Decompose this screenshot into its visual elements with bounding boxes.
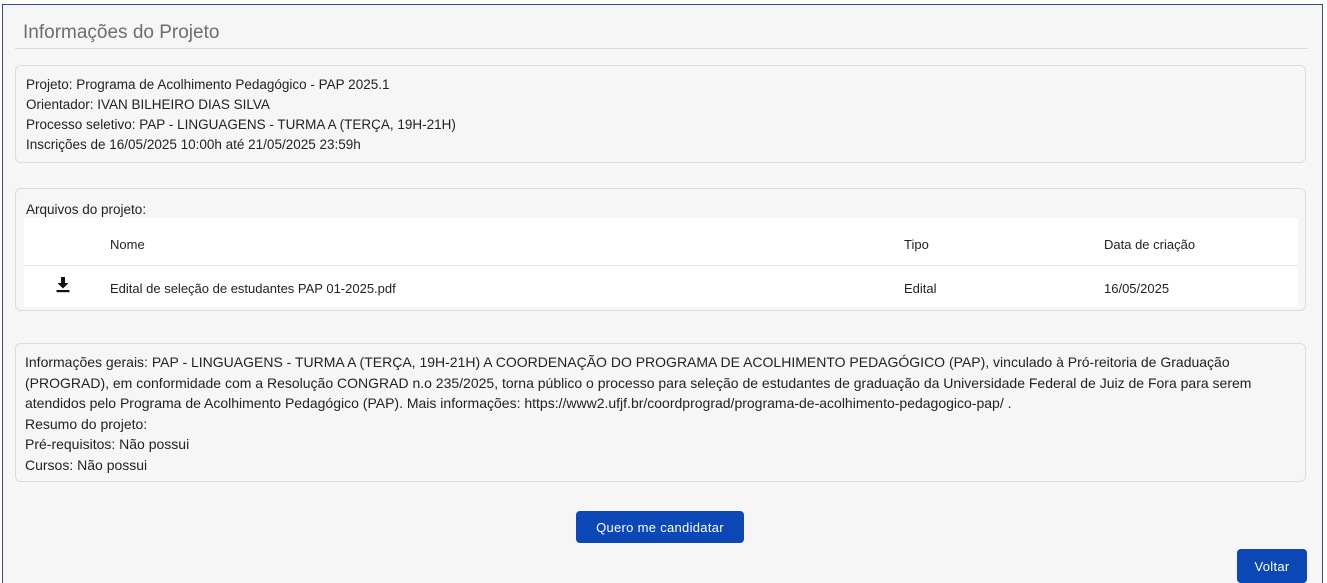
page-title: Informações do Projeto: [23, 22, 220, 43]
files-label: Arquivos do projeto:: [26, 202, 147, 217]
column-header-name: Nome: [110, 237, 145, 252]
table-divider: [24, 265, 1298, 266]
project-files-card: Arquivos do projeto: Nome Tipo Data de c…: [15, 188, 1306, 311]
column-header-type: Tipo: [904, 237, 929, 252]
file-type: Edital: [904, 281, 937, 296]
apply-button[interactable]: Quero me candidatar: [576, 511, 744, 543]
title-divider: [15, 48, 1308, 49]
prerequisites: Pré-requisitos: Não possui: [25, 436, 190, 452]
advisor-name: Orientador: IVAN BILHEIRO DIAS SILVA: [26, 97, 270, 112]
file-name: Edital de seleção de estudantes PAP 01-2…: [110, 281, 396, 296]
column-header-created: Data de criação: [1104, 237, 1196, 252]
back-button[interactable]: Voltar: [1237, 549, 1307, 583]
courses: Cursos: Não possui: [25, 456, 148, 473]
download-icon[interactable]: [54, 275, 72, 295]
file-created-date: 16/05/2025: [1104, 281, 1170, 296]
project-info-panel: Informações do Projeto Projeto: Programa…: [2, 4, 1323, 583]
project-summary-card: Projeto: Programa de Acolhimento Pedagóg…: [15, 65, 1306, 163]
project-name: Projeto: Programa de Acolhimento Pedagóg…: [26, 77, 390, 92]
project-summary-label: Resumo do projeto:: [25, 415, 148, 432]
selection-process: Processo seletivo: PAP - LINGUAGENS - TU…: [26, 117, 456, 132]
enrollment-period: Inscrições de 16/05/2025 10:00h até 21/0…: [26, 137, 361, 152]
general-info-card: Informações gerais: PAP - LINGUAGENS - T…: [15, 343, 1306, 482]
files-table: Nome Tipo Data de criação Edital de sele…: [24, 218, 1298, 307]
general-info-text: Informações gerais: PAP - LINGUAGENS - T…: [25, 354, 1252, 411]
